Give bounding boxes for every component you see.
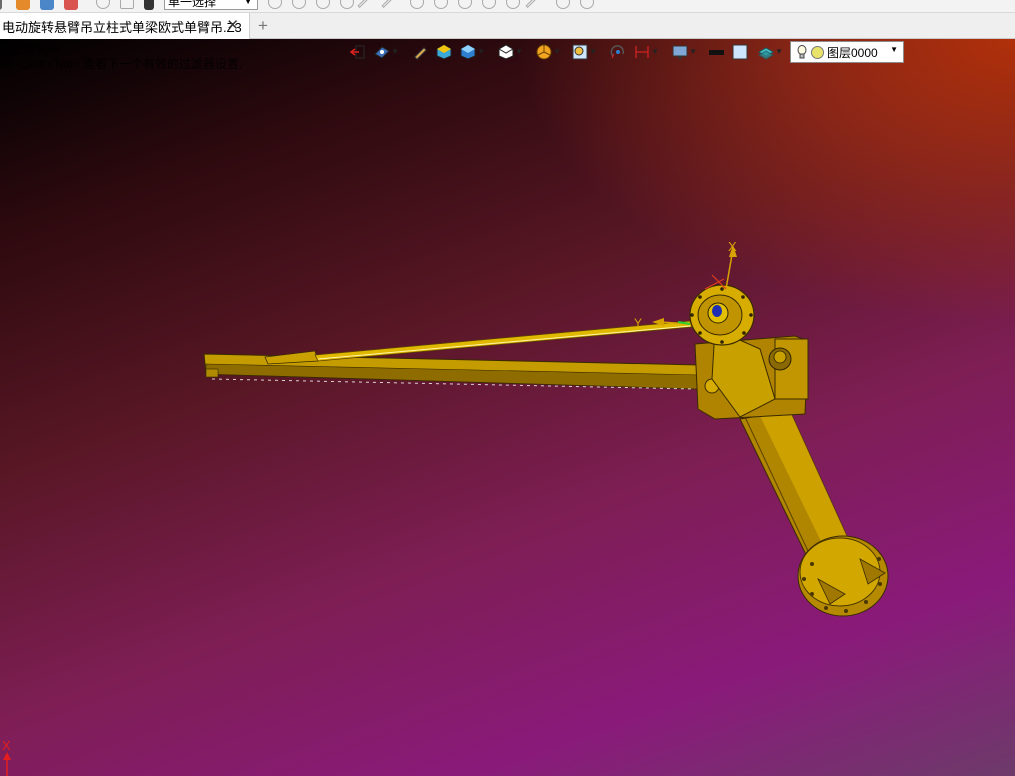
layer-stack-icon[interactable]: ▼ xyxy=(757,44,783,60)
model-axis-x-label: X xyxy=(728,239,737,254)
close-icon[interactable]: ✕ xyxy=(226,16,239,34)
pick-line-icon[interactable] xyxy=(525,0,538,9)
layer-dropdown[interactable]: 图层0000 ▼ xyxy=(790,41,904,63)
exit-sketch-icon[interactable] xyxy=(349,44,366,60)
selection-filter-dropdown[interactable]: 单一选择 ▼ xyxy=(164,0,258,10)
display-monitor-icon[interactable]: ▼ xyxy=(672,44,697,60)
dimension-icon[interactable]: ▼ xyxy=(634,44,659,60)
view-orientation-icon[interactable]: ▼ xyxy=(374,44,399,60)
chevron-down-icon[interactable]: ▼ xyxy=(775,47,783,56)
pick-point-icon[interactable] xyxy=(410,0,424,9)
wireframe-cube-icon[interactable]: ▼ xyxy=(498,44,523,60)
base-flange-part[interactable] xyxy=(797,535,889,617)
chevron-down-icon[interactable]: ▼ xyxy=(477,47,485,56)
pick-arc-icon[interactable] xyxy=(482,0,496,9)
pick-spline-icon[interactable] xyxy=(506,0,520,9)
pen-icon[interactable] xyxy=(412,44,428,60)
layer-color-dot xyxy=(811,45,824,59)
pick-circle-icon[interactable] xyxy=(434,0,448,9)
document-tab-bar: 电动旋转悬臂吊立柱式单梁欧式单臂吊.Z3 ✕ + xyxy=(0,13,1015,39)
tie-rod-part[interactable] xyxy=(264,320,693,365)
ribbon-toolbar: 单一选择 ▼ xyxy=(0,0,1015,13)
model-axis-y-label: Y xyxy=(634,316,642,330)
layer-name: 图层0000 xyxy=(827,45,878,60)
chevron-down-icon: ▼ xyxy=(244,0,252,6)
menu-icon[interactable] xyxy=(0,0,2,10)
chevron-down-icon[interactable]: ▼ xyxy=(651,47,659,56)
pick-edge-icon[interactable] xyxy=(357,0,370,9)
corner-triad: X xyxy=(2,738,11,776)
pick-icon[interactable] xyxy=(268,0,282,9)
pick-chain-icon[interactable] xyxy=(292,0,306,9)
pick-curve-icon[interactable] xyxy=(381,0,394,9)
add-tab-button[interactable]: + xyxy=(258,16,268,36)
graphics-viewport[interactable]: 已加载完毕 按 <Shift+Tab> 查看下一个有效的过滤器设置. X Y X… xyxy=(0,39,1015,776)
document-tab[interactable]: 电动旋转悬臂吊立柱式单梁欧式单臂吊.Z3 ✕ xyxy=(0,13,250,39)
pick-sphere-icon[interactable] xyxy=(458,0,472,9)
view-toolbar: ▼ ▼ ▼ ▼ ▼ ▼ ▼ ▼ 图层0000 ▼ xyxy=(348,41,908,63)
line-color-icon[interactable] xyxy=(708,44,724,60)
filter-icon[interactable] xyxy=(144,0,154,10)
fill-color-icon[interactable] xyxy=(732,44,748,60)
pick-body-icon[interactable] xyxy=(556,0,570,9)
corner-axis-x-label: X xyxy=(2,738,11,753)
reorient-icon[interactable] xyxy=(610,44,626,60)
zoom-fit-icon[interactable]: ▼ xyxy=(572,44,597,60)
history-icon[interactable] xyxy=(96,0,110,9)
light-bulb-icon[interactable] xyxy=(796,45,808,59)
pin-icon[interactable] xyxy=(120,0,134,9)
shaded-solid-icon[interactable] xyxy=(436,44,452,60)
open-file-icon[interactable] xyxy=(40,0,54,10)
chevron-down-icon[interactable]: ▼ xyxy=(589,47,597,56)
chevron-down-icon[interactable]: ▼ xyxy=(553,47,561,56)
chevron-down-icon[interactable]: ▼ xyxy=(391,47,399,56)
chevron-down-icon[interactable]: ▼ xyxy=(689,47,697,56)
new-file-icon[interactable] xyxy=(16,0,30,10)
selection-filter-value: 单一选择 xyxy=(168,0,217,9)
chevron-down-icon[interactable]: ▼ xyxy=(890,45,898,54)
shaded-box-icon[interactable]: ▼ xyxy=(460,44,485,60)
crane-model[interactable]: X Y X xyxy=(0,39,1015,776)
save-file-icon[interactable] xyxy=(64,0,78,10)
document-tab-title: 电动旋转悬臂吊立柱式单梁欧式单臂吊.Z3 xyxy=(2,19,242,35)
pick-face-icon[interactable] xyxy=(316,0,330,9)
slewing-head-part[interactable] xyxy=(689,284,809,420)
chevron-down-icon[interactable]: ▼ xyxy=(515,47,523,56)
pick-part-icon[interactable] xyxy=(580,0,594,9)
section-view-icon[interactable]: ▼ xyxy=(536,44,561,60)
pick-vertex-icon[interactable] xyxy=(340,0,354,9)
